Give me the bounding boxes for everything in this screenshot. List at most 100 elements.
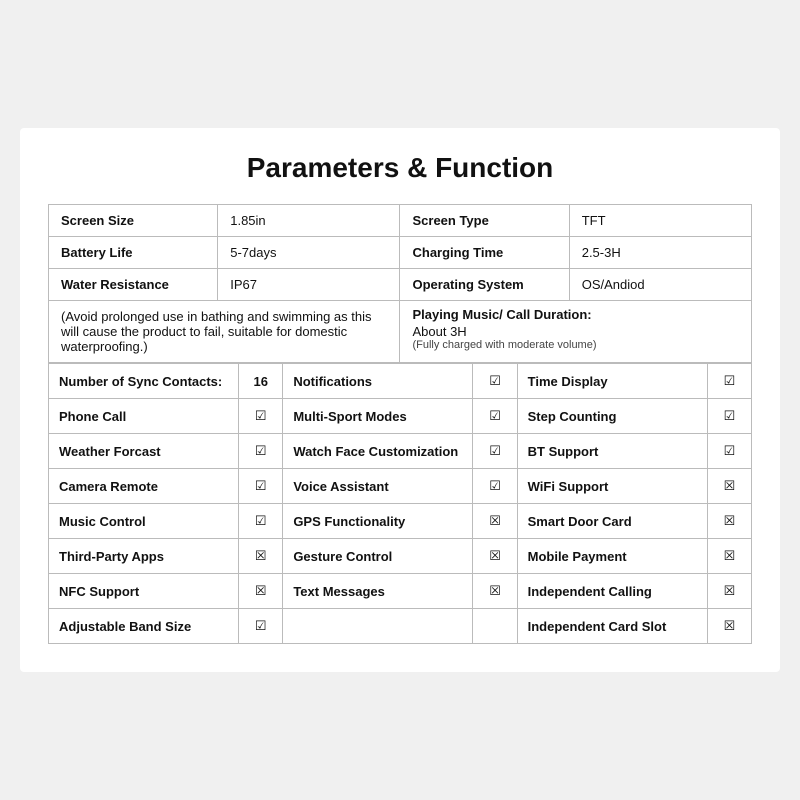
feature-label-col3: Independent Card Slot [517, 609, 707, 644]
feature-row: Third-Party Apps Gesture Control Mobile Pa… [49, 539, 752, 574]
playing-value: About 3H [412, 324, 739, 339]
feature-check-col3 [707, 539, 751, 574]
checkmark-yes [724, 373, 736, 388]
feature-label-col2: Watch Face Customization [283, 434, 473, 469]
os-label: Operating System [400, 269, 569, 301]
checkmark-no [489, 583, 501, 598]
feature-check-col2 [473, 434, 517, 469]
feature-row: Adjustable Band Size Independent Card Slo… [49, 609, 752, 644]
screen-size-value: 1.85in [218, 205, 400, 237]
feature-check-col3 [707, 504, 751, 539]
checkmark-no [724, 513, 736, 528]
spec-row-water: Water Resistance IP67 Operating System O… [49, 269, 752, 301]
waterproof-note: (Avoid prolonged use in bathing and swim… [49, 301, 400, 363]
checkmark-no [724, 478, 736, 493]
feature-label-col3: WiFi Support [517, 469, 707, 504]
checkmark-yes [255, 513, 267, 528]
feature-label-col2: Multi-Sport Modes [283, 399, 473, 434]
feature-check-col2 [473, 469, 517, 504]
feature-label-col1: Number of Sync Contacts: [49, 364, 239, 399]
feature-check-col3 [707, 399, 751, 434]
feature-check-col3 [707, 574, 751, 609]
page-title: Parameters & Function [48, 152, 752, 184]
note-row: (Avoid prolonged use in bathing and swim… [49, 301, 752, 363]
screen-type-label: Screen Type [400, 205, 569, 237]
checkmark-no [489, 548, 501, 563]
feature-check-col3 [707, 469, 751, 504]
feature-check-col1 [239, 574, 283, 609]
charging-label: Charging Time [400, 237, 569, 269]
checkmark-yes [489, 373, 501, 388]
checkmark-no [724, 618, 736, 633]
feature-label-col2: Gesture Control [283, 539, 473, 574]
checkmark-yes [255, 618, 267, 633]
feature-label-col3: BT Support [517, 434, 707, 469]
card: Parameters & Function Screen Size 1.85in… [20, 128, 780, 672]
checkmark-yes [489, 408, 501, 423]
battery-label: Battery Life [49, 237, 218, 269]
checkmark-yes [255, 478, 267, 493]
checkmark-no [724, 548, 736, 563]
feature-label-col1: Phone Call [49, 399, 239, 434]
feature-label-col2: GPS Functionality [283, 504, 473, 539]
spec-row-battery: Battery Life 5-7days Charging Time 2.5-3… [49, 237, 752, 269]
spec-row-screen: Screen Size 1.85in Screen Type TFT [49, 205, 752, 237]
feature-label-col3: Mobile Payment [517, 539, 707, 574]
feature-row: Music Control GPS Functionality Smart Door… [49, 504, 752, 539]
water-value: IP67 [218, 269, 400, 301]
feature-label-col1: Weather Forcast [49, 434, 239, 469]
feature-check-col3 [707, 364, 751, 399]
feature-label-col1: Music Control [49, 504, 239, 539]
feature-check-col1 [239, 399, 283, 434]
feature-label-col2: Notifications [283, 364, 473, 399]
checkmark-yes [489, 443, 501, 458]
feature-check-col1 [239, 539, 283, 574]
checkmark-yes [255, 443, 267, 458]
battery-value: 5-7days [218, 237, 400, 269]
feature-label-col1: NFC Support [49, 574, 239, 609]
feature-check-col1 [239, 609, 283, 644]
feature-check-col2 [473, 364, 517, 399]
checkmark-yes [255, 408, 267, 423]
checkmark-no [255, 548, 267, 563]
feature-label-col1: Adjustable Band Size [49, 609, 239, 644]
feature-label-col1: Third-Party Apps [49, 539, 239, 574]
charging-value: 2.5-3H [569, 237, 751, 269]
feature-check-col2 [473, 504, 517, 539]
feature-label-col3: Step Counting [517, 399, 707, 434]
checkmark-no [255, 583, 267, 598]
feature-label-col1: Camera Remote [49, 469, 239, 504]
specs-table: Screen Size 1.85in Screen Type TFT Batte… [48, 204, 752, 363]
feature-check-col2 [473, 574, 517, 609]
feature-check-col1 [239, 434, 283, 469]
water-label: Water Resistance [49, 269, 218, 301]
feature-check-col1 [239, 504, 283, 539]
screen-size-label: Screen Size [49, 205, 218, 237]
feature-row: Camera Remote Voice Assistant WiFi Support [49, 469, 752, 504]
screen-type-value: TFT [569, 205, 751, 237]
feature-row: Number of Sync Contacts:16Notifications T… [49, 364, 752, 399]
playing-label: Playing Music/ Call Duration: [412, 307, 739, 322]
feature-check-col1: 16 [239, 364, 283, 399]
feature-label-col2: Text Messages [283, 574, 473, 609]
feature-check-col2 [473, 399, 517, 434]
feature-check-col1 [239, 469, 283, 504]
feature-row: NFC Support Text Messages Independent Call… [49, 574, 752, 609]
features-table: Number of Sync Contacts:16Notifications T… [48, 363, 752, 644]
feature-check-col3 [707, 434, 751, 469]
feature-label-col2 [283, 609, 473, 644]
feature-label-col3: Independent Calling [517, 574, 707, 609]
feature-check-col3 [707, 609, 751, 644]
playing-note: (Fully charged with moderate volume) [412, 339, 739, 351]
checkmark-yes [724, 408, 736, 423]
feature-label-col3: Smart Door Card [517, 504, 707, 539]
feature-row: Phone Call Multi-Sport Modes Step Counting [49, 399, 752, 434]
feature-row: Weather Forcast Watch Face Customization B… [49, 434, 752, 469]
checkmark-no [724, 583, 736, 598]
checkmark-yes [489, 478, 501, 493]
feature-label-col2: Voice Assistant [283, 469, 473, 504]
os-value: OS/Andiod [569, 269, 751, 301]
feature-check-col2 [473, 609, 517, 644]
checkmark-yes [724, 443, 736, 458]
feature-label-col3: Time Display [517, 364, 707, 399]
